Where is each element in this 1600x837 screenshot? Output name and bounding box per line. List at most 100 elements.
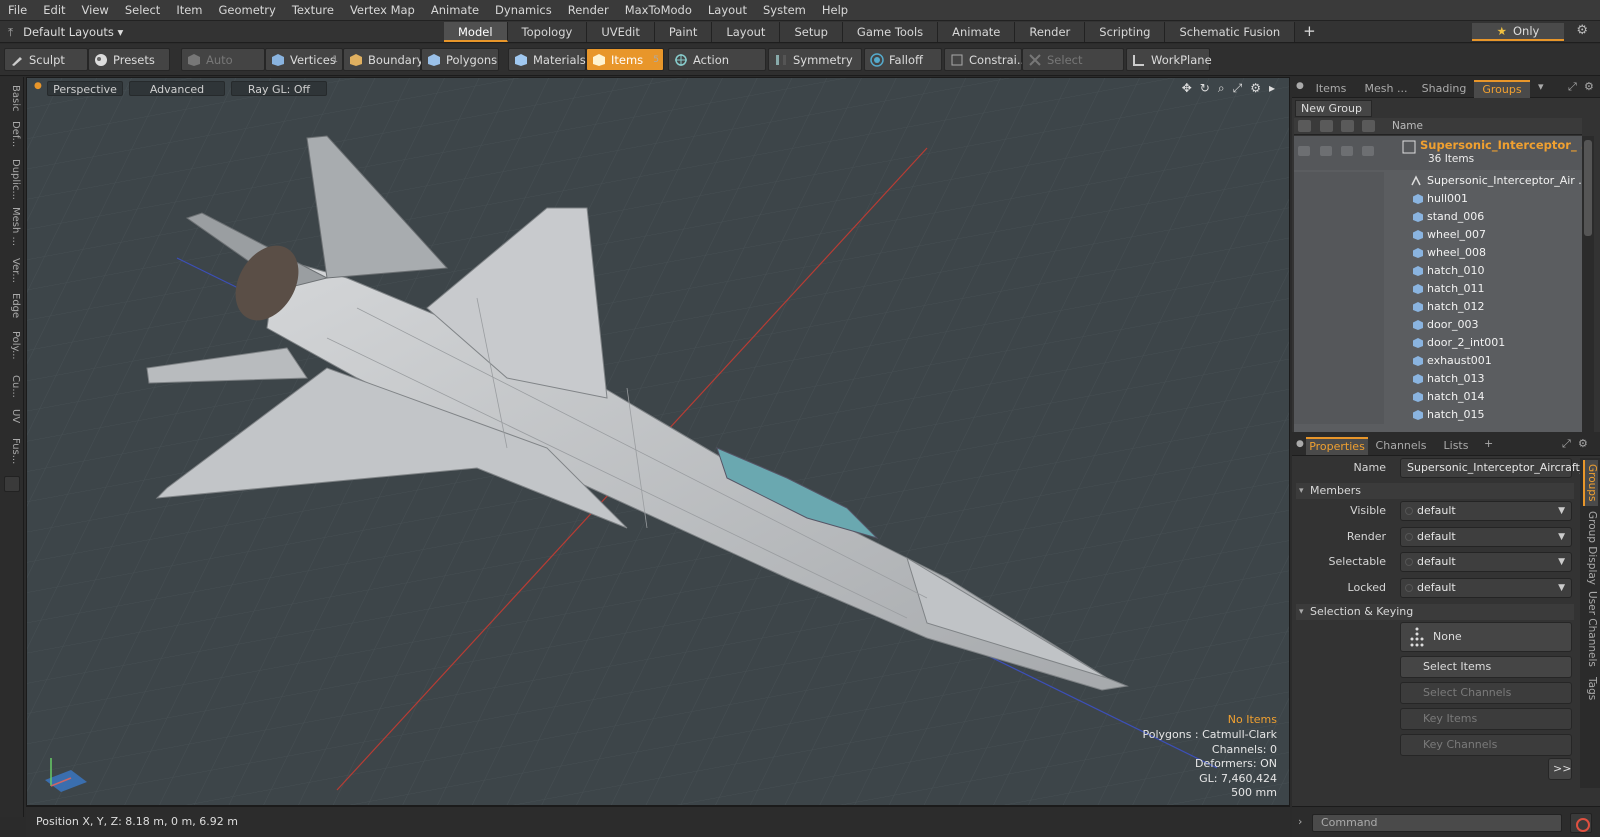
side-tab-groups[interactable]: Groups <box>1583 460 1598 506</box>
chevron-right-icon[interactable]: › <box>1298 815 1302 828</box>
menu-layout[interactable]: Layout <box>700 0 755 21</box>
visibility-columns[interactable] <box>1294 388 1384 406</box>
pan-icon[interactable]: ✥ <box>1182 81 1192 96</box>
list-item[interactable]: hull001 <box>1294 190 1582 208</box>
raygl-button[interactable]: Ray GL: Off <box>231 81 327 96</box>
menu-help[interactable]: Help <box>814 0 856 21</box>
list-item[interactable]: hatch_012 <box>1294 298 1582 316</box>
tab-channels[interactable]: Channels <box>1370 437 1432 455</box>
maximize-icon[interactable]: ⤢ <box>1568 80 1577 94</box>
gear-icon[interactable]: ⚙ <box>1578 437 1588 450</box>
rotate-icon[interactable]: ↻ <box>1200 81 1210 96</box>
command-input[interactable]: Command <box>1312 814 1562 832</box>
visibility-columns[interactable] <box>1294 190 1384 208</box>
polygons-button[interactable]: Polygons <box>421 48 499 71</box>
group-name[interactable]: Supersonic_Interceptor_ ... <box>1420 138 1594 152</box>
visibility-columns[interactable] <box>1294 172 1384 190</box>
menu-texture[interactable]: Texture <box>284 0 342 21</box>
selection-keying-section[interactable]: Selection & Keying <box>1296 604 1574 620</box>
select-icon[interactable] <box>1362 146 1374 156</box>
tab-setup[interactable]: Setup <box>780 22 843 42</box>
visibility-columns[interactable] <box>1294 262 1384 280</box>
list-item[interactable]: hatch_014 <box>1294 388 1582 406</box>
items-button[interactable]: Items 5 <box>586 48 664 71</box>
action-center-button[interactable]: Action Center <box>668 48 766 90</box>
tool-tab-mesh[interactable]: Mesh ... <box>3 205 21 249</box>
tab-model[interactable]: Model <box>444 22 508 42</box>
gear-icon[interactable]: ⚙ <box>1576 23 1588 38</box>
view-mode-button[interactable]: Perspective <box>47 81 123 96</box>
maximize-icon[interactable]: ⤢ <box>1562 437 1571 451</box>
panel-menu-icon[interactable]: ● <box>1296 81 1304 91</box>
menu-vertex-map[interactable]: Vertex Map <box>342 0 423 21</box>
property-dropdown[interactable]: default ▼ <box>1400 577 1572 598</box>
property-dropdown[interactable]: default ▼ <box>1400 501 1572 521</box>
tab-layout[interactable]: Layout <box>712 22 781 42</box>
visibility-columns[interactable] <box>1294 352 1384 370</box>
menu-maxtomodo[interactable]: MaxToModo <box>617 0 700 21</box>
tab-uvedit[interactable]: UVEdit <box>587 22 655 42</box>
visibility-columns[interactable] <box>1294 226 1384 244</box>
name-field[interactable]: Supersonic_Interceptor_Aircraft_ <box>1400 458 1585 478</box>
visibility-columns[interactable] <box>1294 298 1384 316</box>
tool-tab-edge[interactable]: Edge <box>3 291 21 321</box>
menu-edit[interactable]: Edit <box>35 0 73 21</box>
tool-tab-curve[interactable]: Cu... <box>3 369 21 403</box>
menu-render[interactable]: Render <box>560 0 617 21</box>
list-item[interactable]: door_2_int001 <box>1294 334 1582 352</box>
zoom-icon[interactable]: ⌕ <box>1218 81 1225 96</box>
tab-paint[interactable]: Paint <box>654 22 713 42</box>
visibility-columns[interactable] <box>1294 280 1384 298</box>
none-button[interactable]: None <box>1400 622 1572 652</box>
lock-icon[interactable] <box>1341 146 1353 156</box>
select-icon[interactable] <box>1362 120 1375 132</box>
list-item[interactable]: wheel_007 <box>1294 226 1582 244</box>
tool-tab-deform[interactable]: Def... <box>3 117 21 151</box>
tool-tab-polygon[interactable]: Poly... <box>3 325 21 365</box>
property-dropdown[interactable]: default ▼ <box>1400 526 1572 547</box>
property-dropdown[interactable]: default ▼ <box>1400 552 1572 572</box>
vertices-button[interactable]: Vertices 1 <box>265 48 343 71</box>
collapse-icon[interactable]: ⤒ <box>8 25 13 39</box>
add-tab-icon[interactable]: + <box>1295 22 1324 42</box>
menu-animate[interactable]: Animate <box>423 0 487 21</box>
tab-topology[interactable]: Topology <box>507 22 588 42</box>
menu-system[interactable]: System <box>755 0 814 21</box>
tab-animate[interactable]: Animate <box>938 22 1016 42</box>
3d-viewport[interactable]: ● Perspective Advanced Ray GL: Off ✥ ↻ ⌕… <box>26 77 1290 806</box>
shading-mode-button[interactable]: Advanced <box>129 81 225 96</box>
visibility-columns[interactable] <box>1294 370 1384 388</box>
materials-button[interactable]: Materials <box>508 48 586 71</box>
tab-shading[interactable]: Shading <box>1416 80 1472 98</box>
workplane-button[interactable]: WorkPlane <box>1126 48 1212 71</box>
visibility-columns[interactable] <box>1294 406 1384 424</box>
viewport-menu-icon[interactable]: ● <box>34 81 42 91</box>
tab-groups[interactable]: Groups <box>1474 80 1530 98</box>
list-item[interactable]: hatch_015 <box>1294 406 1582 424</box>
list-scrollbar[interactable] <box>1582 136 1594 432</box>
eye-icon[interactable] <box>1298 120 1311 132</box>
play-icon[interactable]: ▸ <box>1269 81 1275 96</box>
menu-select[interactable]: Select <box>117 0 168 21</box>
tab-lists[interactable]: Lists <box>1434 437 1478 455</box>
tab-game-tools[interactable]: Game Tools <box>842 22 939 42</box>
list-item[interactable]: Supersonic_Interceptor_Air ... <box>1294 172 1589 190</box>
select-channels-button[interactable]: Select Channels <box>1400 682 1572 704</box>
list-item[interactable]: hatch_013 <box>1294 370 1582 388</box>
tab-mesh[interactable]: Mesh ... <box>1358 80 1414 98</box>
new-group-button[interactable]: New Group <box>1295 100 1372 117</box>
tool-tab-fusion[interactable]: Fus... <box>3 431 21 471</box>
eye-icon[interactable] <box>1298 146 1310 156</box>
layout-dropdown[interactable]: ⤒ Default Layouts ▾ <box>8 21 123 43</box>
side-tab-group-display[interactable]: Group Display <box>1583 510 1598 586</box>
auto-select-button[interactable]: Auto Select <box>181 48 265 90</box>
sculpt-button[interactable]: Sculpt <box>4 48 88 71</box>
lock-icon[interactable] <box>1341 120 1354 132</box>
tab-properties[interactable]: Properties <box>1306 437 1368 455</box>
render-icon[interactable] <box>1320 146 1332 156</box>
tool-tab-duplicate[interactable]: Duplic... <box>3 157 21 201</box>
maximize-icon[interactable]: ⤢ <box>1233 81 1243 96</box>
key-items-button[interactable]: Key Items <box>1400 708 1572 730</box>
tab-scripting[interactable]: Scripting <box>1085 22 1166 42</box>
select-through-button[interactable]: Select Through <box>1022 48 1124 90</box>
